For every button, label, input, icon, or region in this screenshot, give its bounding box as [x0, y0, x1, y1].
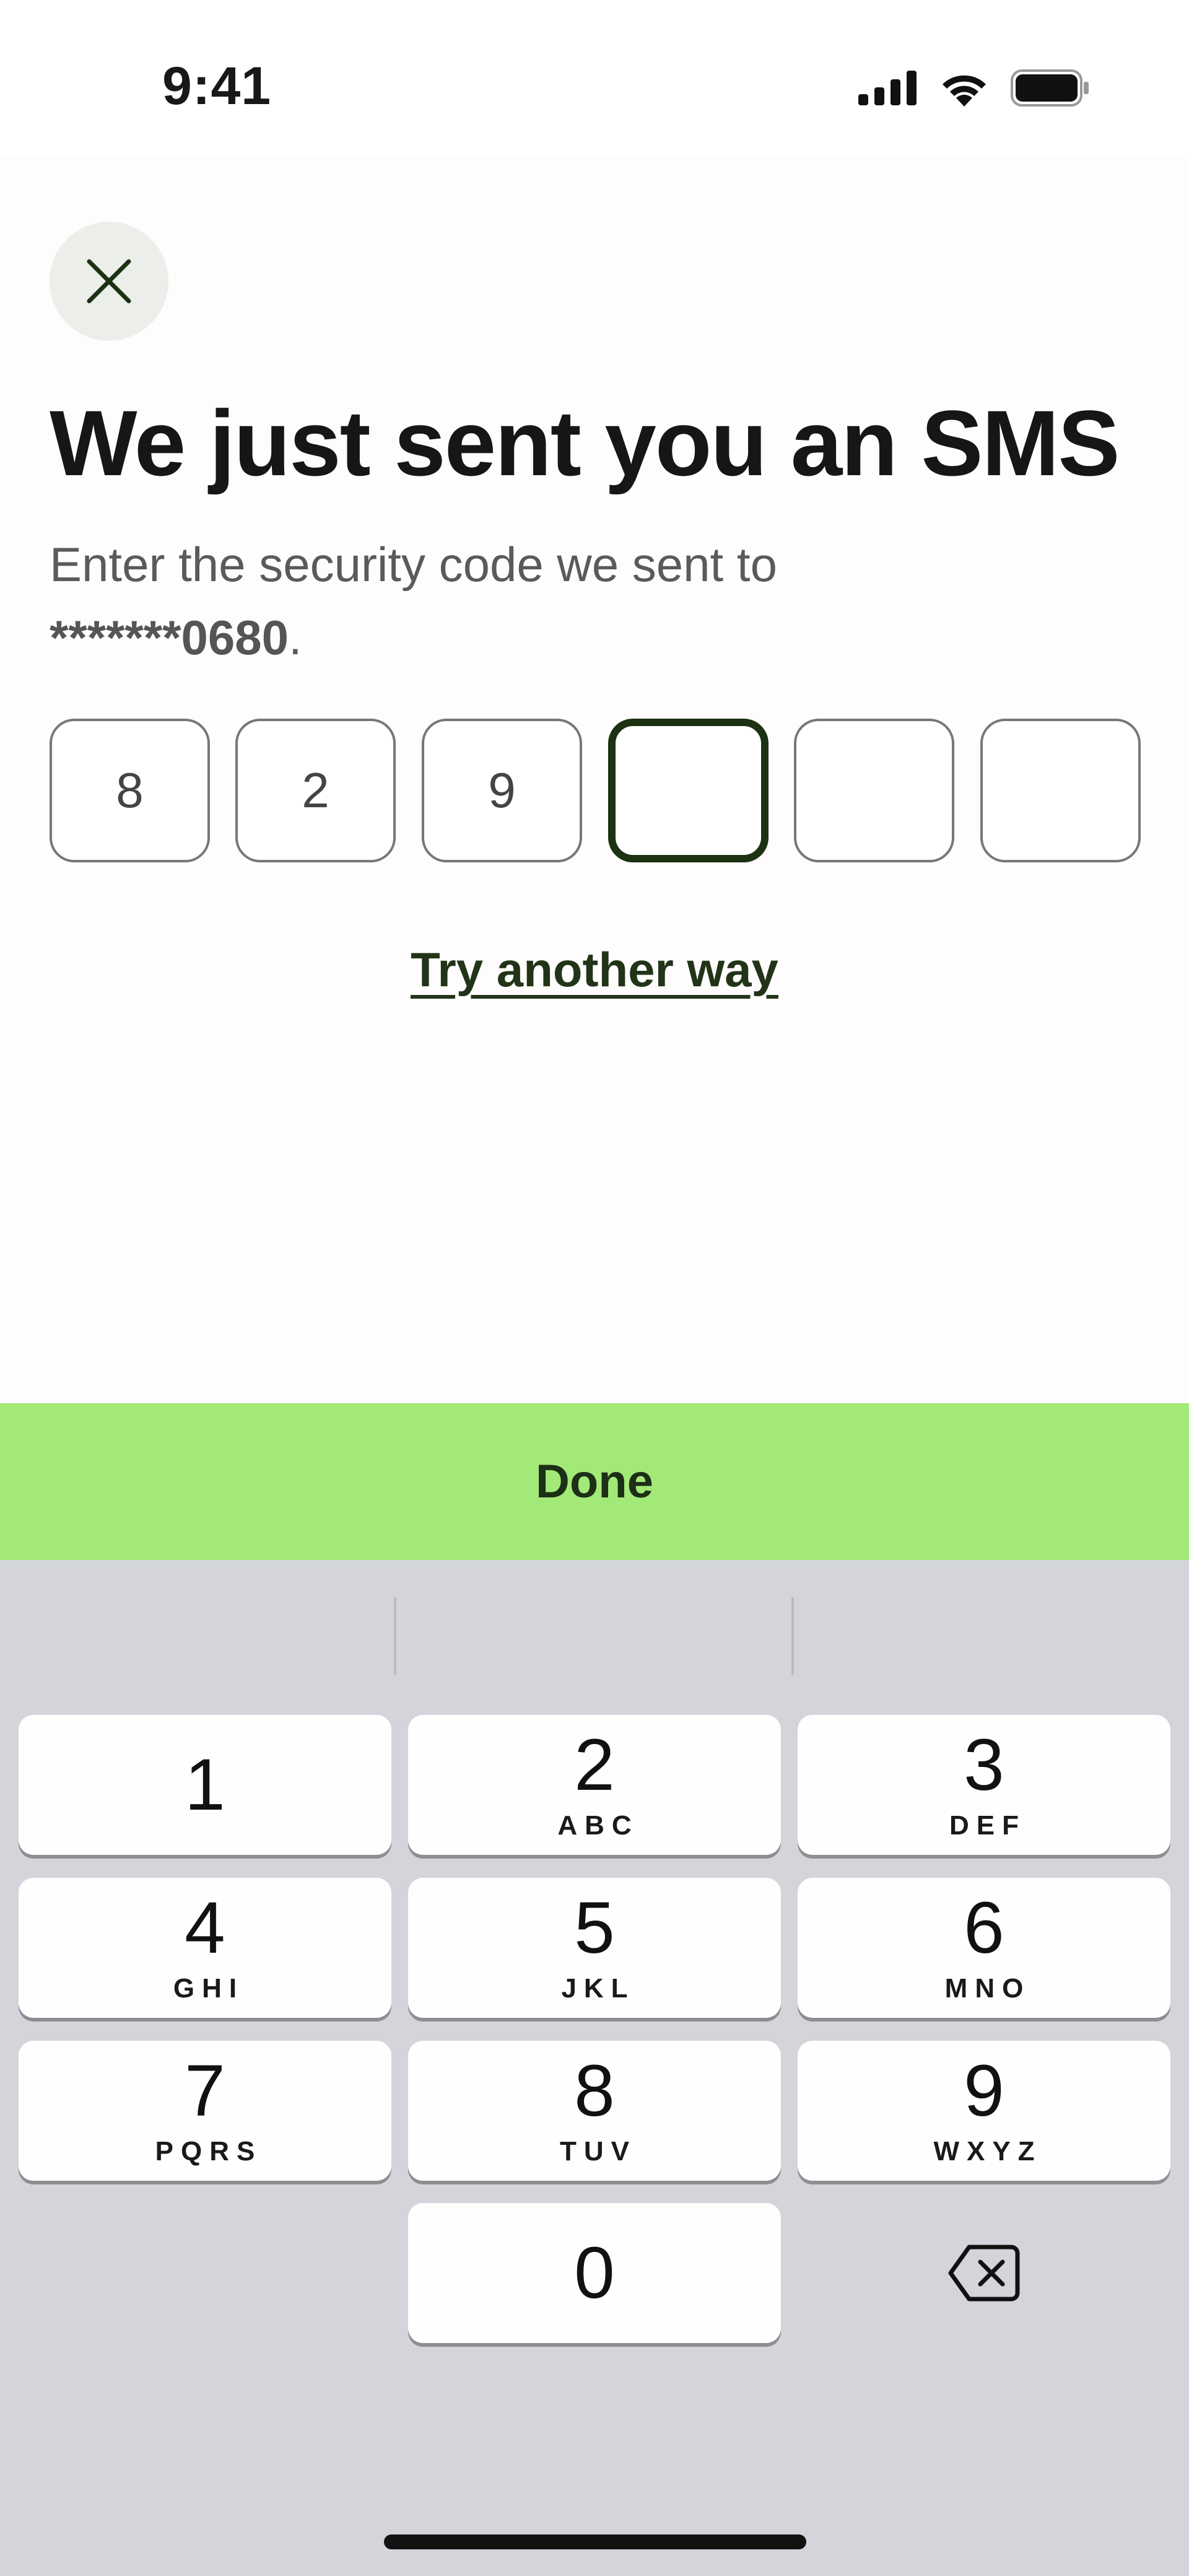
security-code-input: 8 2 9: [50, 719, 1141, 862]
key-digit: 3: [964, 1724, 1004, 1806]
key-digit: 8: [574, 2050, 615, 2132]
delete-key[interactable]: [798, 2203, 1170, 2343]
key-letters: WXYZ: [933, 2136, 1042, 2166]
code-digit-6[interactable]: [980, 719, 1141, 862]
instruction-prefix: Enter the security code we sent to: [50, 537, 777, 592]
status-time: 9:41: [162, 56, 272, 116]
key-digit: 2: [574, 1724, 615, 1806]
code-digit-4[interactable]: [608, 719, 769, 862]
code-digit-2[interactable]: 2: [235, 719, 396, 862]
key-digit: 6: [964, 1887, 1004, 1969]
suggestion-divider: [791, 1597, 794, 1675]
key-digit: 9: [964, 2050, 1004, 2132]
try-another-way-link[interactable]: Try another way: [0, 942, 1189, 998]
battery-icon: [1011, 69, 1089, 107]
key-digit: 5: [574, 1887, 615, 1969]
key-4[interactable]: 4 GHI: [19, 1878, 391, 2018]
backspace-icon: [948, 2245, 1020, 2302]
masked-phone-number: *******0680: [50, 610, 289, 665]
code-digit-5[interactable]: [794, 719, 954, 862]
done-button[interactable]: Done: [0, 1403, 1189, 1560]
wifi-icon: [943, 75, 986, 107]
key-1[interactable]: 1: [19, 1715, 391, 1855]
numeric-keypad: 1 2 ABC 3 DEF 4 GHI 5 JKL 6 MNO 7 PQRS 8…: [0, 1560, 1189, 2576]
key-digit: 7: [185, 2050, 225, 2132]
page-title: We just sent you an SMS: [50, 391, 1120, 495]
verification-content: We just sent you an SMS Enter the securi…: [0, 155, 1189, 1403]
key-letters: ABC: [557, 1810, 639, 1841]
key-letters: DEF: [949, 1810, 1026, 1841]
key-letters: TUV: [560, 2136, 637, 2166]
close-button[interactable]: [50, 222, 168, 341]
home-indicator[interactable]: [384, 2534, 806, 2549]
key-3[interactable]: 3 DEF: [798, 1715, 1170, 1855]
key-letters: MNO: [944, 1973, 1031, 2004]
key-digit: 1: [185, 1744, 225, 1826]
code-digit-3[interactable]: 9: [422, 719, 582, 862]
key-digit: 0: [574, 2232, 615, 2314]
key-letters: GHI: [173, 1973, 245, 2004]
instruction-suffix: .: [289, 610, 302, 665]
key-9[interactable]: 9 WXYZ: [798, 2041, 1170, 2181]
status-bar: 9:41: [0, 0, 1189, 155]
key-digit: 4: [185, 1887, 225, 1969]
sms-verification-screen: 9:41 We just sent you an SMS Enter the s…: [0, 0, 1189, 2576]
close-icon: [87, 259, 131, 304]
key-letters: JKL: [561, 1973, 635, 2004]
key-5[interactable]: 5 JKL: [408, 1878, 781, 2018]
cellular-signal-icon: [858, 71, 917, 105]
status-icons: [858, 64, 1090, 112]
key-2[interactable]: 2 ABC: [408, 1715, 781, 1855]
key-letters: PQRS: [155, 2136, 263, 2166]
key-0[interactable]: 0: [408, 2203, 781, 2343]
suggestion-divider: [394, 1597, 396, 1675]
key-7[interactable]: 7 PQRS: [19, 2041, 391, 2181]
key-6[interactable]: 6 MNO: [798, 1878, 1170, 2018]
code-digit-1[interactable]: 8: [50, 719, 210, 862]
key-8[interactable]: 8 TUV: [408, 2041, 781, 2181]
instruction-text: Enter the security code we sent to *****…: [50, 528, 1040, 674]
